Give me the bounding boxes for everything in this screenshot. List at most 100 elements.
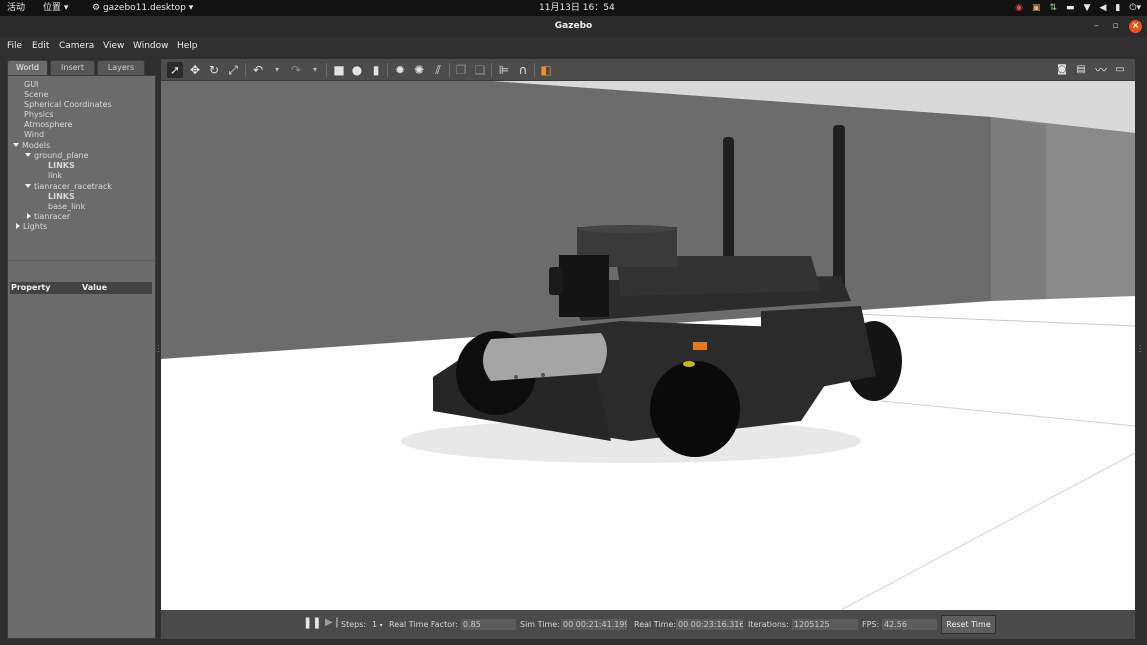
rotate-icon[interactable]: ↻ [206, 62, 222, 78]
panel-splitter[interactable] [8, 260, 155, 261]
tree-item-wind[interactable]: Wind [24, 130, 44, 140]
system-tray[interactable]: ◉ ▣ ⇅ ▬ ▼ ◀ ▮ ⏻▾ [1015, 2, 1141, 14]
video-icon[interactable]: ▭ [1112, 62, 1128, 78]
real-time-label: Real Time: [634, 620, 677, 629]
plot-icon[interactable]: 〰 [1093, 62, 1109, 78]
tree-item-lights[interactable]: Lights [16, 222, 47, 232]
tree-item-link[interactable]: link [48, 171, 62, 181]
tree-item-base-link[interactable]: base_link [48, 202, 85, 212]
tree-item-gui[interactable]: GUI [24, 80, 38, 90]
battery-icon[interactable]: ▬ [1066, 2, 1075, 14]
camera-block [559, 255, 609, 317]
scale-icon[interactable]: ⤢ [225, 62, 241, 78]
tab-insert[interactable]: Insert [50, 60, 95, 75]
point-light-icon[interactable]: ✹ [392, 62, 408, 78]
activities-button[interactable]: 活动 [7, 2, 25, 14]
close-button[interactable]: × [1129, 20, 1142, 33]
real-time-value: 00 00:23:16.316 [676, 619, 743, 630]
camera-dot [541, 373, 545, 377]
minimize-button[interactable]: – [1090, 20, 1103, 33]
simulation-status-bar: ❚❚ ▶❙ Steps: 1 ▾ Real Time Factor: 0.85 … [161, 610, 1135, 639]
select-mode-icon[interactable]: ➚ [167, 62, 183, 78]
steps-value: 1 [372, 620, 378, 629]
screenshot-icon[interactable]: ◙ [1054, 62, 1070, 78]
tree-item-ground-plane[interactable]: ground_plane [25, 151, 89, 161]
fps-label: FPS: [862, 620, 880, 629]
lock-icon[interactable]: ▣ [1032, 2, 1041, 14]
tree-item-spherical-coordinates[interactable]: Spherical Coordinates [24, 100, 112, 110]
tab-world[interactable]: World [7, 60, 48, 75]
right-wall-corner [991, 117, 1046, 301]
toolbar-separator [387, 63, 388, 77]
left-splitter-handle[interactable]: · · · [157, 343, 160, 356]
cylinder-icon[interactable]: ▮ [368, 62, 384, 78]
rtf-value: 0.85 [461, 619, 516, 630]
right-splitter-handle[interactable]: · · · [1139, 343, 1142, 356]
redo-dropdown-icon[interactable]: ▾ [307, 62, 323, 78]
tab-layers[interactable]: Layers [97, 60, 145, 75]
expand-arrow-icon[interactable] [13, 143, 19, 147]
spot-light-icon[interactable]: ✺ [411, 62, 427, 78]
scene-render [161, 81, 1135, 610]
clock[interactable]: 11月13日 16：54 [539, 2, 615, 14]
expand-arrow-icon[interactable] [25, 184, 31, 188]
tree-item-atmosphere[interactable]: Atmosphere [24, 120, 72, 130]
chevron-down-icon: ▾ [379, 622, 383, 629]
fps-value: 42.56 [882, 619, 937, 630]
reset-time-button[interactable]: Reset Time [941, 615, 996, 634]
menu-view[interactable]: View [103, 40, 124, 52]
volume-icon[interactable]: ◀ [1099, 2, 1106, 14]
log-icon[interactable]: ▤ [1073, 62, 1089, 78]
expand-arrow-icon[interactable] [25, 153, 31, 157]
box-icon[interactable]: ■ [331, 62, 347, 78]
tree-item-models[interactable]: Models [13, 141, 50, 151]
wifi-icon[interactable]: ▼ [1084, 2, 1091, 14]
snap-icon[interactable]: ∩ [515, 62, 531, 78]
toolbar-separator [534, 63, 535, 77]
network-tray-icon[interactable]: ⇅ [1050, 2, 1058, 14]
rtf-label: Real Time Factor: [389, 620, 458, 629]
app-menu[interactable]: ⚙ gazebo11.desktop ▾ [92, 2, 193, 14]
settings-icon[interactable]: ◉ [1015, 2, 1023, 14]
places-menu[interactable]: 位置 ▾ [43, 2, 68, 14]
paste-icon[interactable]: ❏ [472, 62, 488, 78]
status-led [693, 342, 707, 350]
system-top-bar: 活动 位置 ▾ ⚙ gazebo11.desktop ▾ 11月13日 16：5… [0, 0, 1147, 16]
menu-help[interactable]: Help [177, 40, 198, 52]
translate-icon[interactable]: ✥ [187, 62, 203, 78]
microphone-icon[interactable]: ▮ [1115, 2, 1120, 14]
steps-spinbox[interactable]: 1 ▾ [372, 619, 383, 632]
tree-item-racetrack[interactable]: tianracer_racetrack [25, 182, 112, 192]
tree-item-label: ground_plane [34, 151, 89, 160]
directional-light-icon[interactable]: ⫽ [430, 62, 446, 78]
copy-icon[interactable]: ❐ [453, 62, 469, 78]
undo-icon[interactable]: ↶ [250, 62, 266, 78]
power-icon[interactable]: ⏻▾ [1129, 2, 1141, 14]
window-title-bar[interactable]: Gazebo – ▫ × [0, 16, 1147, 37]
sphere-icon[interactable]: ● [349, 62, 365, 78]
change-view-icon[interactable]: ◧ [538, 62, 554, 78]
world-panel: World Insert Layers GUI Scene Spherical … [7, 59, 156, 639]
sim-time-label: Sim Time: [520, 620, 560, 629]
expand-arrow-icon[interactable] [27, 213, 31, 219]
world-tree-panel: GUI Scene Spherical Coordinates Physics … [7, 75, 156, 639]
tree-item-tianracer[interactable]: tianracer [27, 212, 70, 222]
align-icon[interactable]: ⊫ [496, 62, 512, 78]
redo-icon[interactable]: ↷ [288, 62, 304, 78]
tree-item-links-header: LINKS [48, 192, 75, 201]
expand-arrow-icon[interactable] [16, 223, 20, 229]
menu-window[interactable]: Window [133, 40, 169, 52]
menu-camera[interactable]: Camera [59, 40, 94, 52]
scene-viewport[interactable] [161, 81, 1135, 610]
screen: 活动 位置 ▾ ⚙ gazebo11.desktop ▾ 11月13日 16：5… [0, 0, 1147, 645]
tree-item-physics[interactable]: Physics [24, 110, 54, 120]
tree-item-scene[interactable]: Scene [24, 90, 48, 100]
step-icon[interactable]: ▶❙ [325, 617, 341, 629]
undo-dropdown-icon[interactable]: ▾ [269, 62, 285, 78]
value-column-header: Value [82, 283, 108, 292]
toolbar-separator [491, 63, 492, 77]
menu-edit[interactable]: Edit [32, 40, 49, 52]
maximize-button[interactable]: ▫ [1109, 20, 1122, 33]
menu-file[interactable]: File [7, 40, 22, 52]
pause-icon[interactable]: ❚❚ [303, 617, 321, 629]
